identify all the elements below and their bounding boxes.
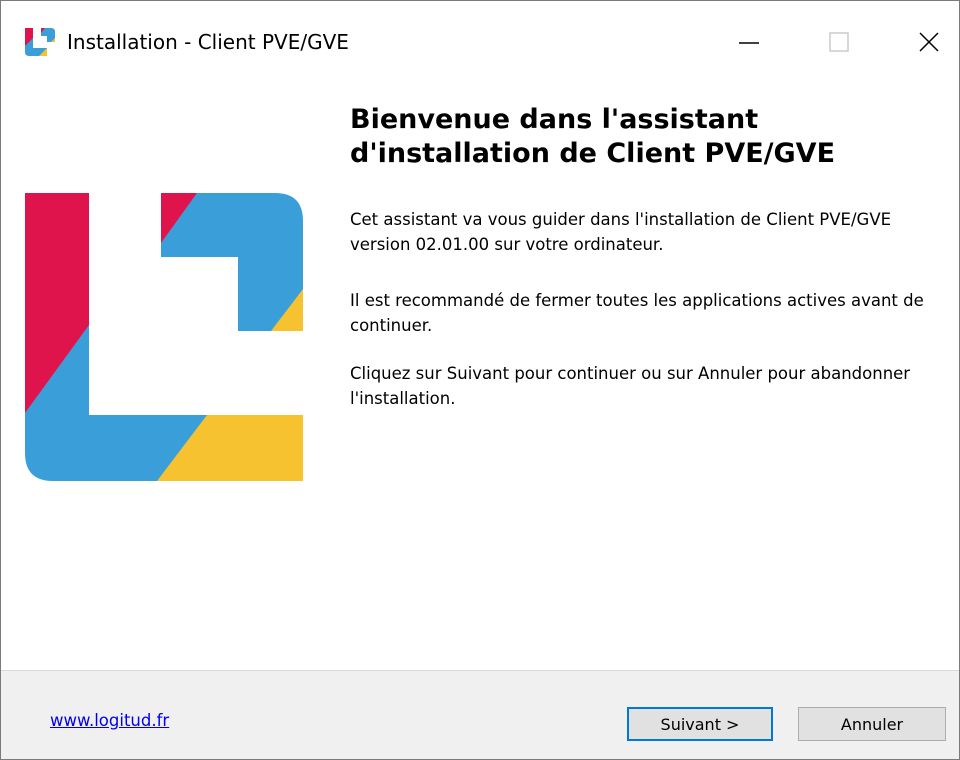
app-logo-icon (25, 28, 55, 56)
maximize-button[interactable] (809, 17, 869, 67)
window-title: Installation - Client PVE/GVE (67, 30, 349, 54)
logitud-logo-icon (25, 193, 303, 481)
welcome-title: Bienvenue dans l'assistant d'installatio… (350, 104, 836, 169)
close-button[interactable] (899, 17, 959, 67)
installer-window: Installation - Client PVE/GVE Bienvenue … (0, 0, 960, 760)
website-link[interactable]: www.logitud.fr (50, 711, 169, 730)
minimize-button[interactable] (719, 17, 779, 67)
intro-paragraph: Cet assistant va vous guider dans l'inst… (350, 210, 892, 254)
recommendation-paragraph: Il est recommandé de fermer toutes les a… (350, 291, 924, 335)
title-bar[interactable]: Installation - Client PVE/GVE (1, 1, 959, 81)
next-button[interactable]: Suivant > (627, 707, 773, 741)
close-icon (919, 32, 939, 52)
cancel-button[interactable]: Annuler (798, 707, 946, 741)
footer-bar: www.logitud.fr Suivant > Annuler (1, 670, 959, 759)
instruction-paragraph: Cliquez sur Suivant pour continuer ou su… (350, 364, 911, 408)
maximize-icon (829, 32, 849, 52)
minimize-icon (739, 42, 759, 44)
